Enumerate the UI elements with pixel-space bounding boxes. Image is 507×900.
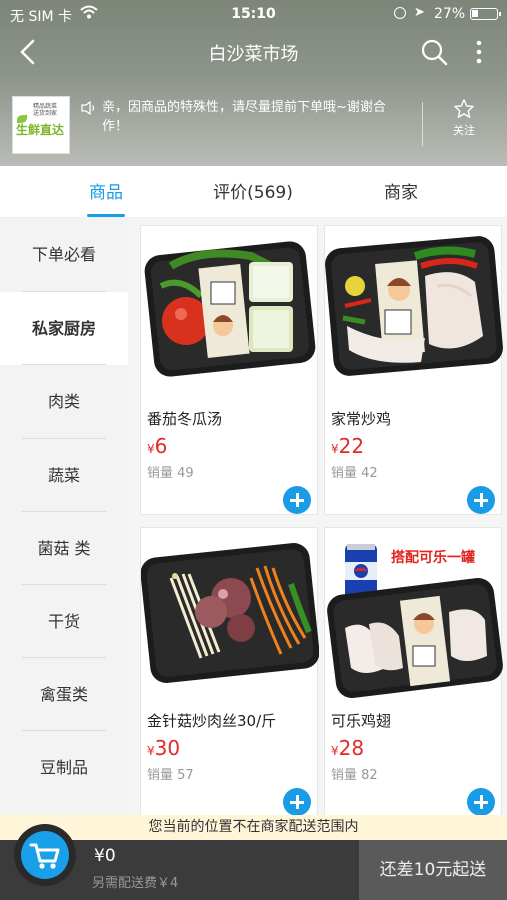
delivery-range-notice: 您当前的位置不在商家配送范围内 (0, 815, 507, 840)
checkout-button[interactable]: 还差10元起送 (359, 840, 507, 900)
status-bar: 无 SIM 卡 15:10 ➤ 27% (0, 0, 507, 28)
product-price: ¥6 (147, 434, 168, 458)
product-image (144, 241, 316, 377)
product-card[interactable]: 番茄冬瓜汤 ¥6 销量 49 (140, 225, 318, 515)
location-icon: ➤ (414, 5, 425, 20)
product-sales: 销量 42 (331, 466, 378, 481)
shop-header: 无 SIM 卡 15:10 ➤ 27% 白沙菜市场 精品蔬菜 送货到家 生鲜直达… (0, 0, 507, 166)
product-image (141, 543, 319, 683)
star-icon (454, 99, 474, 118)
cart-button[interactable] (14, 824, 76, 886)
shop-info: 精品蔬菜 送货到家 生鲜直达 亲，因商品的特殊性，请尽量提前下单哦~谢谢合作！ 关… (0, 88, 507, 158)
category-item[interactable]: 肉类 (0, 365, 128, 438)
shop-notice: 亲，因商品的特殊性，请尽量提前下单哦~谢谢合作！ (102, 100, 386, 134)
product-sales: 销量 82 (331, 768, 378, 783)
product-name: 金针菇炒肉丝30/斤 (147, 712, 277, 730)
category-item-active[interactable]: 私家厨房 (0, 292, 128, 365)
tab-bar: 商品 评价(569) 商家 (0, 166, 507, 218)
more-options-icon[interactable] (470, 38, 488, 66)
category-item[interactable]: 下单必看 (0, 218, 128, 291)
shop-logo: 精品蔬菜 送货到家 生鲜直达 (12, 96, 70, 154)
add-to-cart-button[interactable] (467, 486, 495, 514)
search-icon[interactable] (420, 38, 448, 66)
active-tab-indicator (87, 214, 125, 217)
product-card[interactable]: 家常炒鸡 ¥22 销量 42 (324, 225, 503, 515)
battery-percent: 27% (434, 6, 466, 22)
product-card[interactable]: 搭配可乐一罐 可乐鸡翅 ¥28 销量 82 (324, 527, 503, 817)
product-price: ¥28 (331, 736, 365, 760)
tab-merchant[interactable]: 商家 (336, 178, 466, 203)
clock: 15:10 (231, 6, 276, 22)
product-price: ¥22 (331, 434, 365, 458)
divider (422, 102, 423, 146)
product-name: 番茄冬瓜汤 (147, 410, 223, 428)
cart-bar: ¥0 另需配送费￥4 还差10元起送 (0, 824, 507, 900)
add-to-cart-button[interactable] (467, 788, 495, 816)
category-item[interactable]: 菌菇 类 (0, 512, 128, 585)
tab-reviews[interactable]: 评价(569) (188, 178, 318, 203)
rotation-lock-icon (394, 7, 406, 19)
product-grid: 番茄冬瓜汤 ¥6 销量 49 家常炒鸡 ¥22 销量 42 金针菇炒肉丝30/斤… (128, 218, 507, 818)
nav-bar: 白沙菜市场 (0, 30, 507, 74)
speaker-icon (81, 100, 95, 116)
add-to-cart-button[interactable] (283, 788, 311, 816)
favorite-label: 关注 (453, 124, 475, 137)
product-sales: 销量 49 (147, 466, 194, 481)
category-item[interactable]: 禽蛋类 (0, 658, 128, 731)
add-to-cart-button[interactable] (283, 486, 311, 514)
favorite-button[interactable]: 关注 (442, 98, 486, 138)
promo-text: 搭配可乐一罐 (391, 549, 475, 566)
cart-total: ¥0 (94, 846, 116, 866)
battery-icon (470, 8, 501, 20)
product-name: 家常炒鸡 (331, 410, 392, 428)
delivery-fee: 另需配送费￥4 (92, 876, 179, 891)
product-name: 可乐鸡翅 (331, 712, 392, 730)
category-sidebar: 下单必看 私家厨房 肉类 蔬菜 菌菇 类 干货 禽蛋类 豆制品 (0, 218, 128, 818)
product-price: ¥30 (147, 736, 181, 760)
category-item[interactable]: 豆制品 (0, 731, 128, 804)
category-item[interactable]: 干货 (0, 585, 128, 658)
product-image: 搭配可乐一罐 (327, 544, 503, 698)
product-image (325, 236, 503, 376)
product-card[interactable]: 金针菇炒肉丝30/斤 ¥30 销量 57 (140, 527, 319, 817)
product-sales: 销量 57 (147, 768, 194, 783)
cart-icon (29, 843, 60, 869)
category-item[interactable]: 蔬菜 (0, 439, 128, 512)
tab-products[interactable]: 商品 (41, 178, 171, 203)
